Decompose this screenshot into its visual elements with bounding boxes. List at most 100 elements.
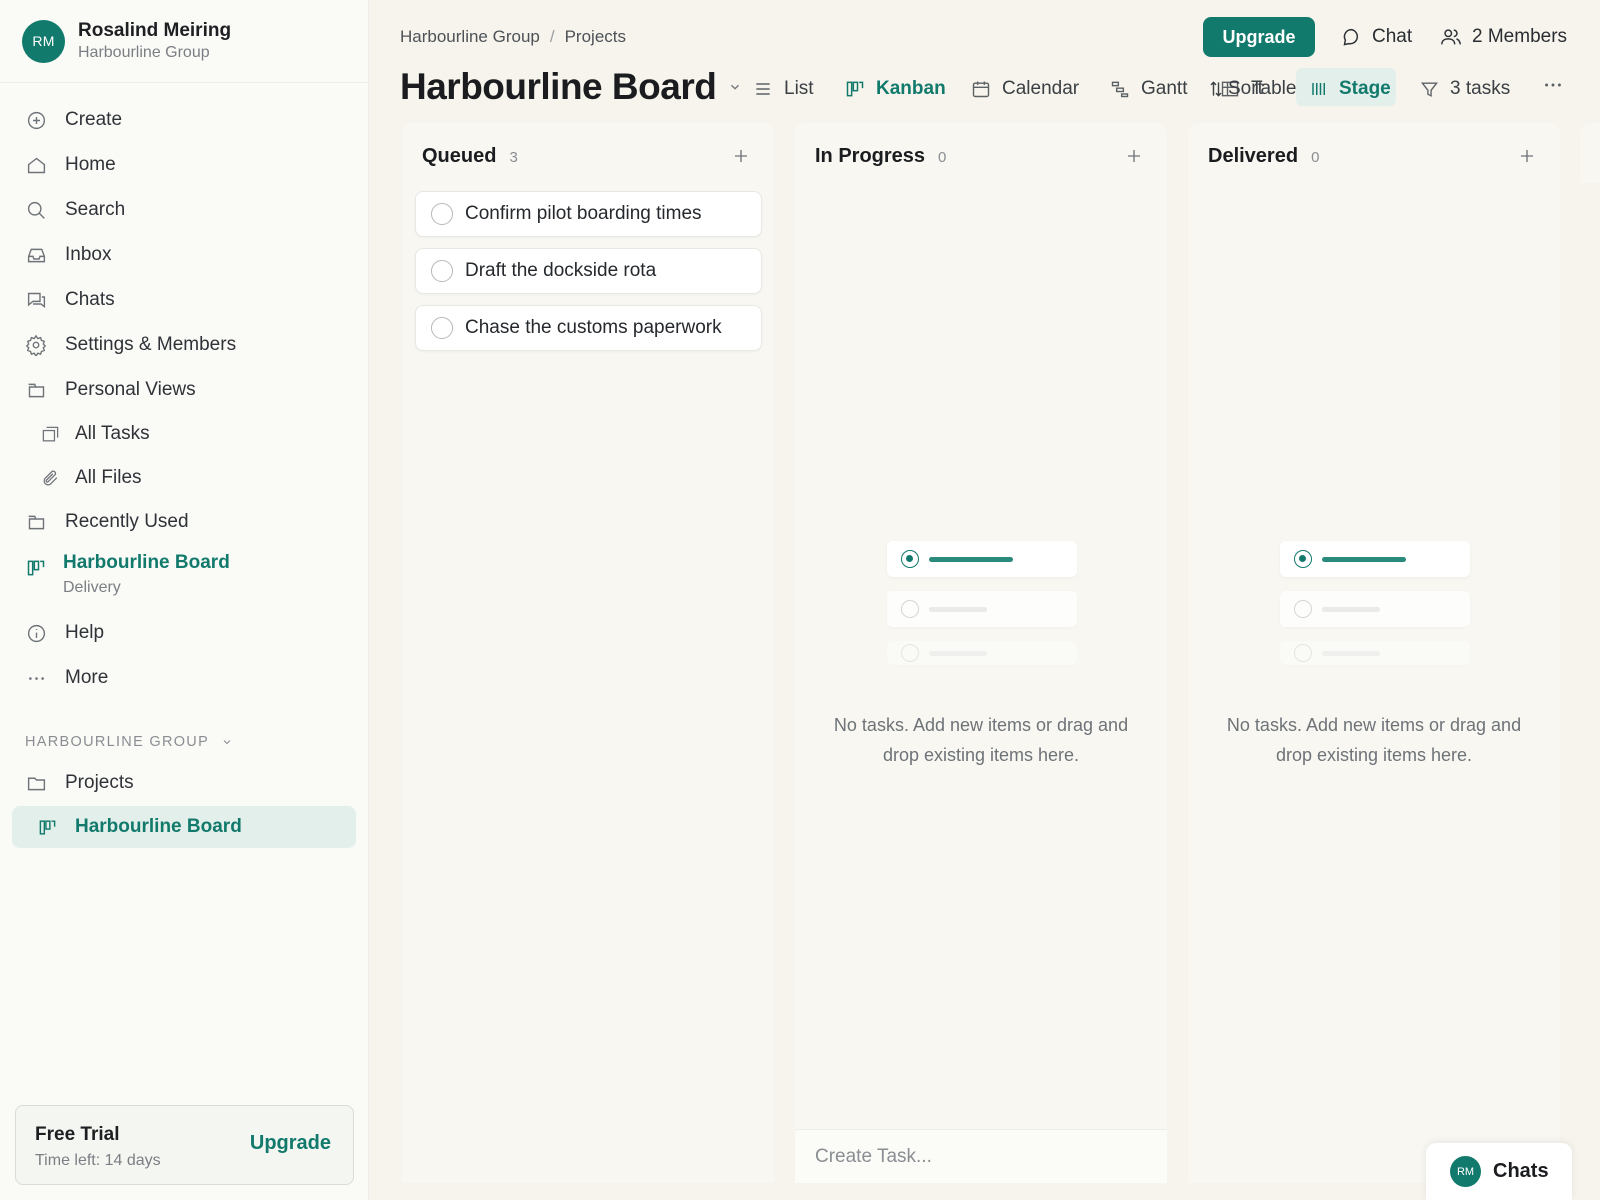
sidebar-item-label: Home [65, 154, 116, 175]
sidebar: RM Rosalind Meiring Harbourline Group Cr… [0, 0, 369, 1200]
kanban-column-delivered: Delivered 0 No tasks. Add new items or d… [1188, 123, 1560, 1183]
column-count: 0 [938, 149, 947, 166]
breadcrumb: Harbourline Group / Projects [400, 27, 626, 47]
empty-state-text: No tasks. Add new items or drag and drop… [1226, 715, 1522, 765]
board-label: Harbourline Board [63, 552, 230, 573]
breadcrumb-item[interactable]: Projects [565, 27, 626, 47]
chats-icon [24, 288, 48, 312]
filter-label: 3 tasks [1450, 78, 1511, 99]
chat-bubble-icon [1341, 27, 1362, 48]
folder-stack-icon [24, 510, 48, 534]
sidebar-item-label: Chats [65, 289, 115, 310]
sidebar-item-inbox[interactable]: Inbox [24, 240, 111, 270]
column-count: 0 [1311, 149, 1320, 166]
ellipsis-icon [24, 666, 48, 690]
tab-calendar[interactable]: Calendar [971, 74, 1079, 104]
chevron-down-icon [221, 736, 233, 748]
sidebar-item-projects[interactable]: Projects [24, 768, 134, 798]
workspace-section-header[interactable]: HARBOURLINE GROUP [25, 734, 233, 750]
main-area: Harbourline Group / Projects Upgrade Cha… [370, 0, 1600, 1200]
sort-arrows-icon [1208, 79, 1224, 99]
sidebar-item-all-files[interactable]: All Files [38, 463, 142, 493]
calendar-icon [971, 79, 991, 99]
task-checkbox[interactable] [431, 203, 453, 225]
task-card[interactable]: Chase the customs paperwork [415, 305, 762, 351]
sidebar-item-home[interactable]: Home [24, 150, 116, 180]
chevron-down-icon [728, 80, 742, 94]
tab-label: List [784, 78, 814, 99]
sidebar-item-label: Projects [65, 772, 134, 793]
sort-button[interactable]: Sort [1208, 74, 1263, 104]
sidebar-item-all-tasks[interactable]: All Tasks [38, 419, 150, 449]
column-title: Delivered [1208, 145, 1299, 167]
gear-icon [24, 333, 48, 357]
tasks-icon [38, 422, 62, 446]
chat-button[interactable]: Chat [1341, 26, 1412, 48]
columns-icon [1310, 80, 1328, 98]
info-icon [24, 621, 48, 645]
list-icon [753, 79, 773, 99]
profile-header[interactable]: RM Rosalind Meiring Harbourline Group [0, 0, 368, 83]
tab-stage[interactable]: Stage [1310, 74, 1391, 104]
task-card[interactable]: Confirm pilot boarding times [415, 191, 762, 237]
paperclip-icon [38, 466, 62, 490]
empty-state-text: No tasks. Add new items or drag and drop… [833, 715, 1129, 765]
sidebar-item-recently-used[interactable]: Recently Used [24, 507, 189, 537]
create-task-input[interactable]: Create Task... [795, 1129, 1167, 1183]
sidebar-item-settings[interactable]: Settings & Members [24, 330, 236, 360]
kanban-column-in-progress: In Progress 0 No tasks. Add new items or… [795, 123, 1167, 1183]
upgrade-button[interactable]: Upgrade [1203, 17, 1315, 57]
tab-kanban[interactable]: Kanban [845, 74, 946, 104]
avatar: RM [1450, 1156, 1481, 1187]
sidebar-item-label: All Files [75, 467, 142, 488]
tab-label: Stage [1339, 78, 1391, 99]
add-task-icon[interactable] [732, 147, 750, 165]
filter-icon [1420, 80, 1439, 99]
filter-button[interactable]: 3 tasks [1420, 74, 1510, 104]
section-label: HARBOURLINE GROUP [25, 734, 210, 750]
sidebar-item-label: Help [65, 622, 105, 643]
inbox-icon [24, 243, 48, 267]
kanban-column-partial [1580, 123, 1600, 183]
add-task-icon[interactable] [1125, 147, 1143, 165]
sidebar-item-label: Harbourline Board [75, 816, 242, 837]
members-label: 2 Members [1472, 26, 1568, 47]
task-checkbox[interactable] [431, 317, 453, 339]
trial-upgrade-button[interactable]: Upgrade [250, 1132, 331, 1155]
chats-widget[interactable]: RM Chats [1426, 1143, 1572, 1200]
kanban-icon [38, 818, 60, 837]
free-trial-card: Free Trial Time left: 14 days Upgrade [15, 1105, 354, 1185]
sidebar-item-personal-views[interactable]: Personal Views [24, 375, 196, 405]
home-icon [24, 153, 48, 177]
sidebar-item-board[interactable]: Harbourline Board Delivery [24, 552, 230, 597]
breadcrumb-item[interactable]: Harbourline Group [400, 27, 540, 47]
sidebar-item-chats[interactable]: Chats [24, 285, 115, 315]
tab-label: Calendar [1002, 78, 1080, 99]
task-title: Confirm pilot boarding times [465, 203, 702, 224]
sidebar-item-label: Personal Views [65, 379, 196, 400]
plus-circle-icon [24, 108, 48, 132]
tab-gantt[interactable]: Gantt [1110, 74, 1187, 104]
sidebar-item-create[interactable]: Create [24, 105, 122, 135]
folder-stack-icon [24, 378, 48, 402]
sidebar-item-search[interactable]: Search [24, 195, 125, 225]
column-count: 3 [509, 149, 518, 166]
empty-state-illustration [1280, 541, 1470, 679]
members-button[interactable]: 2 Members [1440, 26, 1567, 48]
column-title: Queued [422, 145, 497, 167]
sidebar-item-more[interactable]: More [24, 663, 108, 693]
more-options-icon[interactable] [1542, 74, 1564, 96]
sidebar-item-active-board[interactable]: Harbourline Board [12, 806, 356, 848]
kanban-column-queued: Queued 3 Confirm pilot boarding times Dr… [402, 123, 774, 1183]
sidebar-item-help[interactable]: Help [24, 618, 104, 648]
add-task-icon[interactable] [1518, 147, 1536, 165]
task-checkbox[interactable] [431, 260, 453, 282]
folder-icon [24, 771, 48, 795]
profile-name: Rosalind Meiring [78, 20, 232, 41]
page-title[interactable]: Harbourline Board [400, 66, 742, 108]
sidebar-item-label: Create [65, 109, 123, 130]
tab-label: Gantt [1141, 78, 1188, 99]
sidebar-item-label: All Tasks [75, 423, 150, 444]
tab-list[interactable]: List [753, 74, 814, 104]
task-card[interactable]: Draft the dockside rota [415, 248, 762, 294]
